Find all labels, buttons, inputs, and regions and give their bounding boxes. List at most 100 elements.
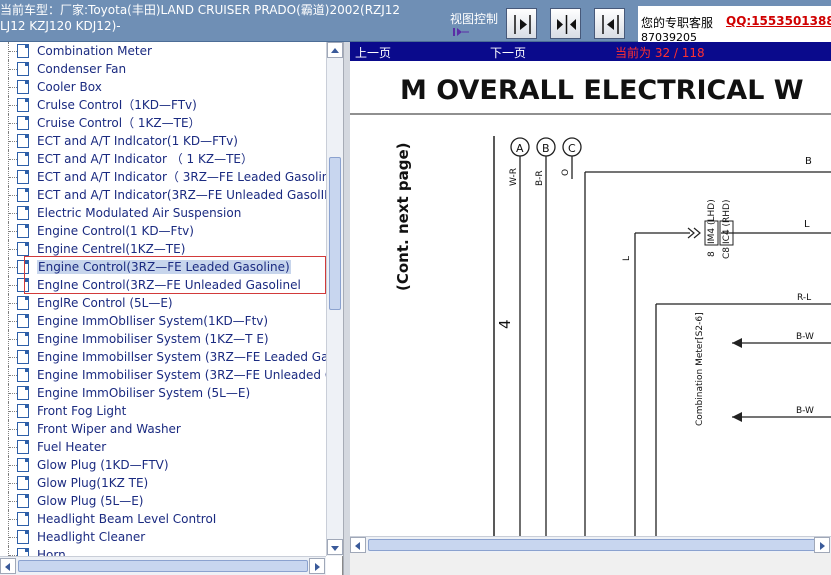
- tree-item[interactable]: ECT and A/T Indicator(3RZ—FE Unleaded Ga…: [0, 186, 326, 204]
- document-icon: [17, 296, 29, 310]
- tree-connector-line: [8, 546, 17, 556]
- tree-item[interactable]: Headlight Cleaner: [0, 528, 326, 546]
- wire-bw-label-1: B-W: [796, 332, 814, 342]
- document-icon: [17, 422, 29, 436]
- document-icon: [17, 170, 29, 184]
- tree-item[interactable]: EnglRe Control (5L—E): [0, 294, 326, 312]
- tree-item[interactable]: Cruise Control（ 1KZ—TE）: [0, 114, 326, 132]
- document-icon: [17, 350, 29, 364]
- tree-item-label: EnglRe Control (5L—E): [37, 296, 173, 310]
- viewer-horizontal-scroll-thumb[interactable]: [368, 539, 818, 551]
- view-control-label: 视图控制: [450, 12, 499, 26]
- document-icon: [17, 440, 29, 454]
- tree-item[interactable]: ECT and A/T Indicator（ 3RZ—FE Leaded Gas…: [0, 168, 326, 186]
- tree-item-label: Crulse ControI（1KD—FTv): [37, 98, 197, 112]
- tree-item-label: Headlight Beam Level ControI: [37, 512, 217, 526]
- tree-item-label: Engine Control(1 KD—Ftv): [37, 224, 194, 238]
- diagram-tree-panel: Combination Meter Condenser Fan Cooler Box…: [0, 42, 343, 575]
- document-icon: [17, 98, 29, 112]
- pin-c8-label: C8: [722, 247, 732, 259]
- tree-item-label: Glow Plug(1KZ TE): [37, 476, 149, 490]
- tree-item-label: Horn: [37, 548, 66, 556]
- document-icon: [17, 404, 29, 418]
- diagram-tree-list: Combination Meter Condenser Fan Cooler Box…: [0, 42, 326, 556]
- viewer-scroll-right-arrow-icon[interactable]: [814, 537, 830, 553]
- customer-service-box: 您的专职客服 QQ:1553501388 87039205: [638, 6, 831, 42]
- tree-item-label: Front Fog Light: [37, 404, 127, 418]
- scroll-left-arrow-icon[interactable]: [0, 558, 16, 574]
- tree-item[interactable]: Front Fog Light: [0, 402, 326, 420]
- tree-item[interactable]: Fuel Heater: [0, 438, 326, 456]
- tree-vertical-scroll-thumb[interactable]: [329, 157, 341, 310]
- document-icon: [17, 332, 29, 346]
- tree-item[interactable]: Engine ImmObIliser System(1KD—Ftv): [0, 312, 326, 330]
- viewer-horizontal-scrollbar[interactable]: [350, 536, 831, 553]
- wire-color-o: O: [561, 169, 571, 176]
- connector-a-label: A: [516, 142, 524, 155]
- tree-item-label: ECT and A/T Indicator（ 3RZ—FE Leaded Gas…: [37, 170, 326, 184]
- document-icon: [17, 368, 29, 382]
- tree-horizontal-scrollbar[interactable]: [0, 556, 326, 575]
- tree-item[interactable]: Engine Control(1 KD—Ftv): [0, 222, 326, 240]
- tree-item-label: Condenser Fan: [37, 62, 127, 76]
- combination-meter-label: Combination Meter[S2-6]: [695, 312, 705, 426]
- wiring-diagram-view[interactable]: M OVERALL ELECTRICAL W (Cont. next page)…: [350, 61, 831, 536]
- connector-rhd-label: IC4 (RHD): [722, 200, 732, 245]
- tree-item[interactable]: Engine Immobiliser System (1KZ—T E): [0, 330, 326, 348]
- tree-item[interactable]: Glow Plug(1KZ TE): [0, 474, 326, 492]
- wire-color-w-r: W-R: [509, 168, 519, 186]
- tree-item[interactable]: Glow Plug (1KD—FTV): [0, 456, 326, 474]
- pane-split-button[interactable]: [550, 8, 581, 39]
- tree-item[interactable]: Engine ImmObiliser System (5L—E): [0, 384, 326, 402]
- tree-item[interactable]: Engine ImmobiIlser System (3RZ—FE Leaded…: [0, 348, 326, 366]
- tree-item[interactable]: Combination Meter: [0, 42, 326, 60]
- diagram-title: M OVERALL ELECTRICAL W: [400, 75, 804, 106]
- tree-connector-line: [8, 186, 17, 204]
- tree-connector-line: [8, 330, 17, 348]
- cont-next-page-note: (Cont. next page): [394, 143, 412, 291]
- pane-left-button[interactable]: [594, 8, 625, 39]
- tree-item-label: Front Wiper and Washer: [37, 422, 181, 436]
- tree-connector-line: [8, 114, 17, 132]
- viewer-scroll-left-arrow-icon[interactable]: [350, 537, 366, 553]
- pin-8-label: 8: [707, 251, 717, 257]
- tree-item-label: Engine Immobiliser System (3RZ—FE Unlead…: [37, 368, 326, 382]
- tree-item[interactable]: Electric Modulated Air Suspension: [0, 204, 326, 222]
- tree-item[interactable]: Engine Immobiliser System (3RZ—FE Unlead…: [0, 366, 326, 384]
- next-page-button[interactable]: 下一页: [490, 44, 526, 61]
- tree-item[interactable]: ECT and A/T Indlcator(1 KD—FTv): [0, 132, 326, 150]
- document-icon: [17, 314, 29, 328]
- tree-item[interactable]: Cooler Box: [0, 78, 326, 96]
- tree-connector-line: [8, 132, 17, 150]
- pane-splitter[interactable]: [343, 42, 350, 575]
- wire-l2-label: L: [622, 256, 632, 261]
- status-strip: [350, 553, 831, 575]
- tree-item-label: Engine ImmobiIlser System (3RZ—FE Leaded…: [37, 350, 326, 364]
- document-icon: [17, 152, 29, 166]
- tree-item[interactable]: Glow Plug (5L—E): [0, 492, 326, 510]
- scroll-down-arrow-icon[interactable]: [327, 539, 343, 555]
- prev-page-button[interactable]: 上一页: [355, 44, 391, 61]
- tree-item[interactable]: ECT and A/T Indicator （ 1 KZ—TE）: [0, 150, 326, 168]
- tree-item[interactable]: Headlight Beam Level ControI: [0, 510, 326, 528]
- tree-item[interactable]: Crulse ControI（1KD—FTv): [0, 96, 326, 114]
- pane-right-button[interactable]: [506, 8, 537, 39]
- tree-item[interactable]: Front Wiper and Washer: [0, 420, 326, 438]
- tree-item-label: ECT and A/T Indlcator(1 KD—FTv): [37, 134, 238, 148]
- connector-lhd-label: IM4 (LHD): [707, 199, 717, 244]
- tree-item[interactable]: Condenser Fan: [0, 60, 326, 78]
- tree-item-label: Electric Modulated Air Suspension: [37, 206, 242, 220]
- tree-connector-line: [8, 222, 17, 240]
- viewer-nav-bar: 上一页 下一页 当前为 32 / 118: [350, 42, 831, 61]
- document-icon: [17, 386, 29, 400]
- scroll-up-arrow-icon[interactable]: [327, 42, 343, 58]
- tree-vertical-scrollbar[interactable]: [326, 42, 343, 556]
- arrow-left-icon: [602, 15, 619, 34]
- tree-horizontal-scroll-thumb[interactable]: [18, 560, 308, 572]
- scroll-right-arrow-icon[interactable]: [309, 558, 325, 574]
- tree-item-label: ECT and A/T Indicator(3RZ—FE Unleaded Ga…: [37, 188, 326, 202]
- wire-l-label: L: [804, 219, 810, 230]
- customer-service-label: 您的专职客服: [641, 16, 714, 30]
- support-qq-link[interactable]: QQ:1553501388: [726, 14, 831, 28]
- tree-item[interactable]: Horn: [0, 546, 326, 556]
